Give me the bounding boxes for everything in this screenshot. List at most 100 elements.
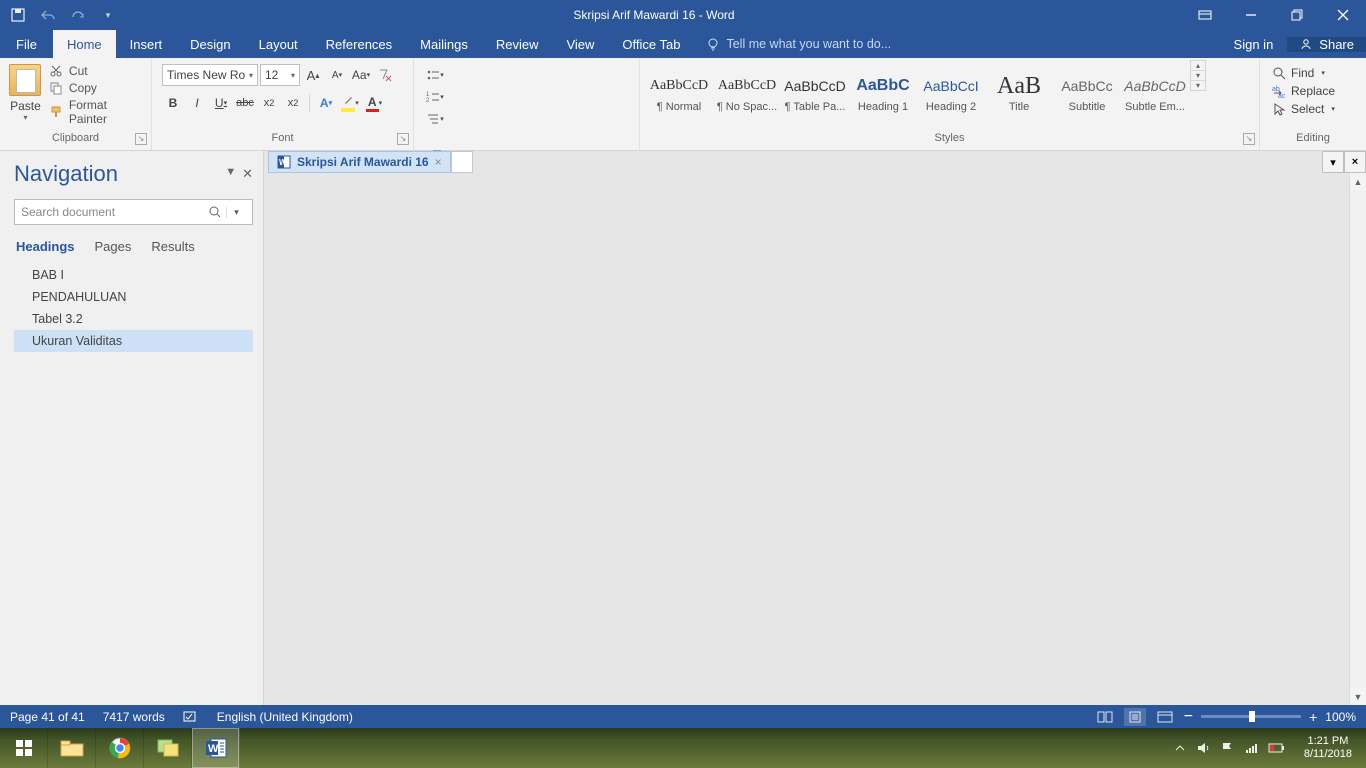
tab-mailings[interactable]: Mailings xyxy=(406,30,482,58)
superscript-button[interactable]: x2 xyxy=(282,92,304,114)
vertical-scrollbar[interactable]: ▲ ▼ xyxy=(1349,173,1366,705)
qat-more-icon[interactable]: ▾ xyxy=(100,7,116,23)
save-icon[interactable] xyxy=(10,7,26,23)
nav-tab-headings[interactable]: Headings xyxy=(16,239,75,254)
tab-home[interactable]: Home xyxy=(53,30,116,58)
italic-button[interactable]: I xyxy=(186,92,208,114)
tray-flag-icon[interactable] xyxy=(1220,741,1234,755)
document-tab[interactable]: W Skripsi Arif Mawardi 16 × xyxy=(268,151,451,173)
style-no-spacing[interactable]: AaBbCcD¶ No Spac... xyxy=(714,60,780,124)
tab-design[interactable]: Design xyxy=(176,30,244,58)
font-dialog-launcher[interactable]: ↘ xyxy=(397,133,409,145)
bullets-button[interactable]: ▾ xyxy=(424,64,446,86)
restore-button[interactable] xyxy=(1274,0,1320,30)
font-color-button[interactable]: A▾ xyxy=(363,92,385,114)
style-normal[interactable]: AaBbCcD¶ Normal xyxy=(646,60,712,124)
tray-battery-icon[interactable] xyxy=(1268,742,1286,754)
share-button[interactable]: Share xyxy=(1287,37,1366,52)
nav-tab-results[interactable]: Results xyxy=(151,239,194,254)
tab-file[interactable]: File xyxy=(0,30,53,58)
close-button[interactable] xyxy=(1320,0,1366,30)
numbering-button[interactable]: 12▾ xyxy=(424,86,446,108)
new-document-tab[interactable] xyxy=(451,151,473,173)
multilevel-list-button[interactable]: ▾ xyxy=(424,108,446,130)
font-size-combo[interactable]: 12▾ xyxy=(260,64,300,86)
bold-button[interactable]: B xyxy=(162,92,184,114)
nav-heading-item[interactable]: Tabel 3.2 xyxy=(14,308,253,330)
tab-review[interactable]: Review xyxy=(482,30,553,58)
strikethrough-button[interactable]: abc xyxy=(234,92,256,114)
status-language[interactable]: English (United Kingdom) xyxy=(217,710,353,724)
tray-volume-icon[interactable] xyxy=(1196,741,1210,755)
minimize-button[interactable] xyxy=(1228,0,1274,30)
tell-me-input[interactable]: Tell me what you want to do... xyxy=(694,30,903,58)
spellcheck-icon[interactable] xyxy=(183,710,199,724)
ribbon-display-icon[interactable] xyxy=(1182,0,1228,30)
task-sticky-notes[interactable] xyxy=(144,728,192,768)
tab-officetab[interactable]: Office Tab xyxy=(608,30,694,58)
find-button[interactable]: Find▾ xyxy=(1272,66,1335,80)
styles-dialog-launcher[interactable]: ↘ xyxy=(1243,133,1255,145)
tray-clock[interactable]: 1:21 PM 8/11/2018 xyxy=(1296,735,1360,761)
nav-options-icon[interactable]: ▼ xyxy=(225,166,236,182)
task-chrome[interactable] xyxy=(96,728,144,768)
nav-tab-pages[interactable]: Pages xyxy=(95,239,132,254)
nav-heading-item[interactable]: Ukuran Validitas xyxy=(14,330,253,352)
replace-button[interactable]: abacReplace xyxy=(1272,84,1335,98)
tab-view[interactable]: View xyxy=(552,30,608,58)
style-title[interactable]: AaBTitle xyxy=(986,60,1052,124)
tray-network-icon[interactable] xyxy=(1244,741,1258,755)
zoom-in-button[interactable]: + xyxy=(1309,709,1317,725)
doc-tabs-menu-icon[interactable]: ▾ xyxy=(1322,151,1344,173)
style-heading-2[interactable]: AaBbCcIHeading 2 xyxy=(918,60,984,124)
grow-font-button[interactable]: A▴ xyxy=(302,64,324,86)
redo-icon[interactable] xyxy=(70,7,86,23)
cut-button[interactable]: Cut xyxy=(49,64,141,78)
font-name-combo[interactable]: Times New Ro▾ xyxy=(162,64,258,86)
tab-insert[interactable]: Insert xyxy=(116,30,177,58)
sign-in-button[interactable]: Sign in xyxy=(1220,37,1288,52)
status-words[interactable]: 7417 words xyxy=(103,710,165,724)
select-button[interactable]: Select▾ xyxy=(1272,102,1335,116)
tray-up-icon[interactable] xyxy=(1174,742,1186,754)
tab-layout[interactable]: Layout xyxy=(245,30,312,58)
status-page[interactable]: Page 41 of 41 xyxy=(10,710,85,724)
task-explorer[interactable] xyxy=(48,728,96,768)
web-layout-icon[interactable] xyxy=(1154,708,1176,726)
style-subtitle[interactable]: AaBbCcSubtitle xyxy=(1054,60,1120,124)
underline-button[interactable]: U▾ xyxy=(210,92,232,114)
shrink-font-button[interactable]: A▾ xyxy=(326,64,348,86)
document-tab-close-icon[interactable]: × xyxy=(435,155,442,169)
nav-search-options-icon[interactable]: ▾ xyxy=(226,207,246,218)
copy-label: Copy xyxy=(69,81,97,95)
undo-icon[interactable] xyxy=(40,7,56,23)
nav-heading-item[interactable]: PENDAHULUAN xyxy=(14,286,253,308)
nav-close-icon[interactable]: ✕ xyxy=(242,166,253,182)
style-table-paragraph[interactable]: AaBbCcD¶ Table Pa... xyxy=(782,60,848,124)
read-mode-icon[interactable] xyxy=(1094,708,1116,726)
change-case-button[interactable]: Aa▾ xyxy=(350,64,372,86)
nav-heading-item[interactable]: BAB I xyxy=(14,264,253,286)
doc-tabs-close-icon[interactable]: × xyxy=(1344,151,1366,173)
style-subtle-emphasis[interactable]: AaBbCcDSubtle Em... xyxy=(1122,60,1188,124)
format-painter-button[interactable]: Format Painter xyxy=(49,98,141,126)
task-word[interactable]: W xyxy=(192,728,240,768)
highlight-button[interactable]: ▾ xyxy=(339,92,361,114)
nav-search-input[interactable]: Search document ▾ xyxy=(14,199,253,225)
zoom-slider[interactable] xyxy=(1201,715,1301,718)
copy-button[interactable]: Copy xyxy=(49,81,141,95)
subscript-button[interactable]: x2 xyxy=(258,92,280,114)
zoom-out-button[interactable]: − xyxy=(1184,708,1193,726)
text-effects-button[interactable]: A▾ xyxy=(315,92,337,114)
clear-formatting-button[interactable] xyxy=(374,64,396,86)
clipboard-dialog-launcher[interactable]: ↘ xyxy=(135,133,147,145)
tab-references[interactable]: References xyxy=(312,30,406,58)
start-button[interactable] xyxy=(0,728,48,768)
style-heading-1[interactable]: AaBbCHeading 1 xyxy=(850,60,916,124)
styles-gallery-more[interactable]: ▴▾▾ xyxy=(1190,60,1206,91)
scroll-up-icon[interactable]: ▲ xyxy=(1350,173,1366,190)
zoom-level[interactable]: 100% xyxy=(1325,710,1356,724)
print-layout-icon[interactable] xyxy=(1124,708,1146,726)
scroll-down-icon[interactable]: ▼ xyxy=(1350,688,1366,705)
paste-button[interactable]: Paste ▾ xyxy=(6,62,45,122)
